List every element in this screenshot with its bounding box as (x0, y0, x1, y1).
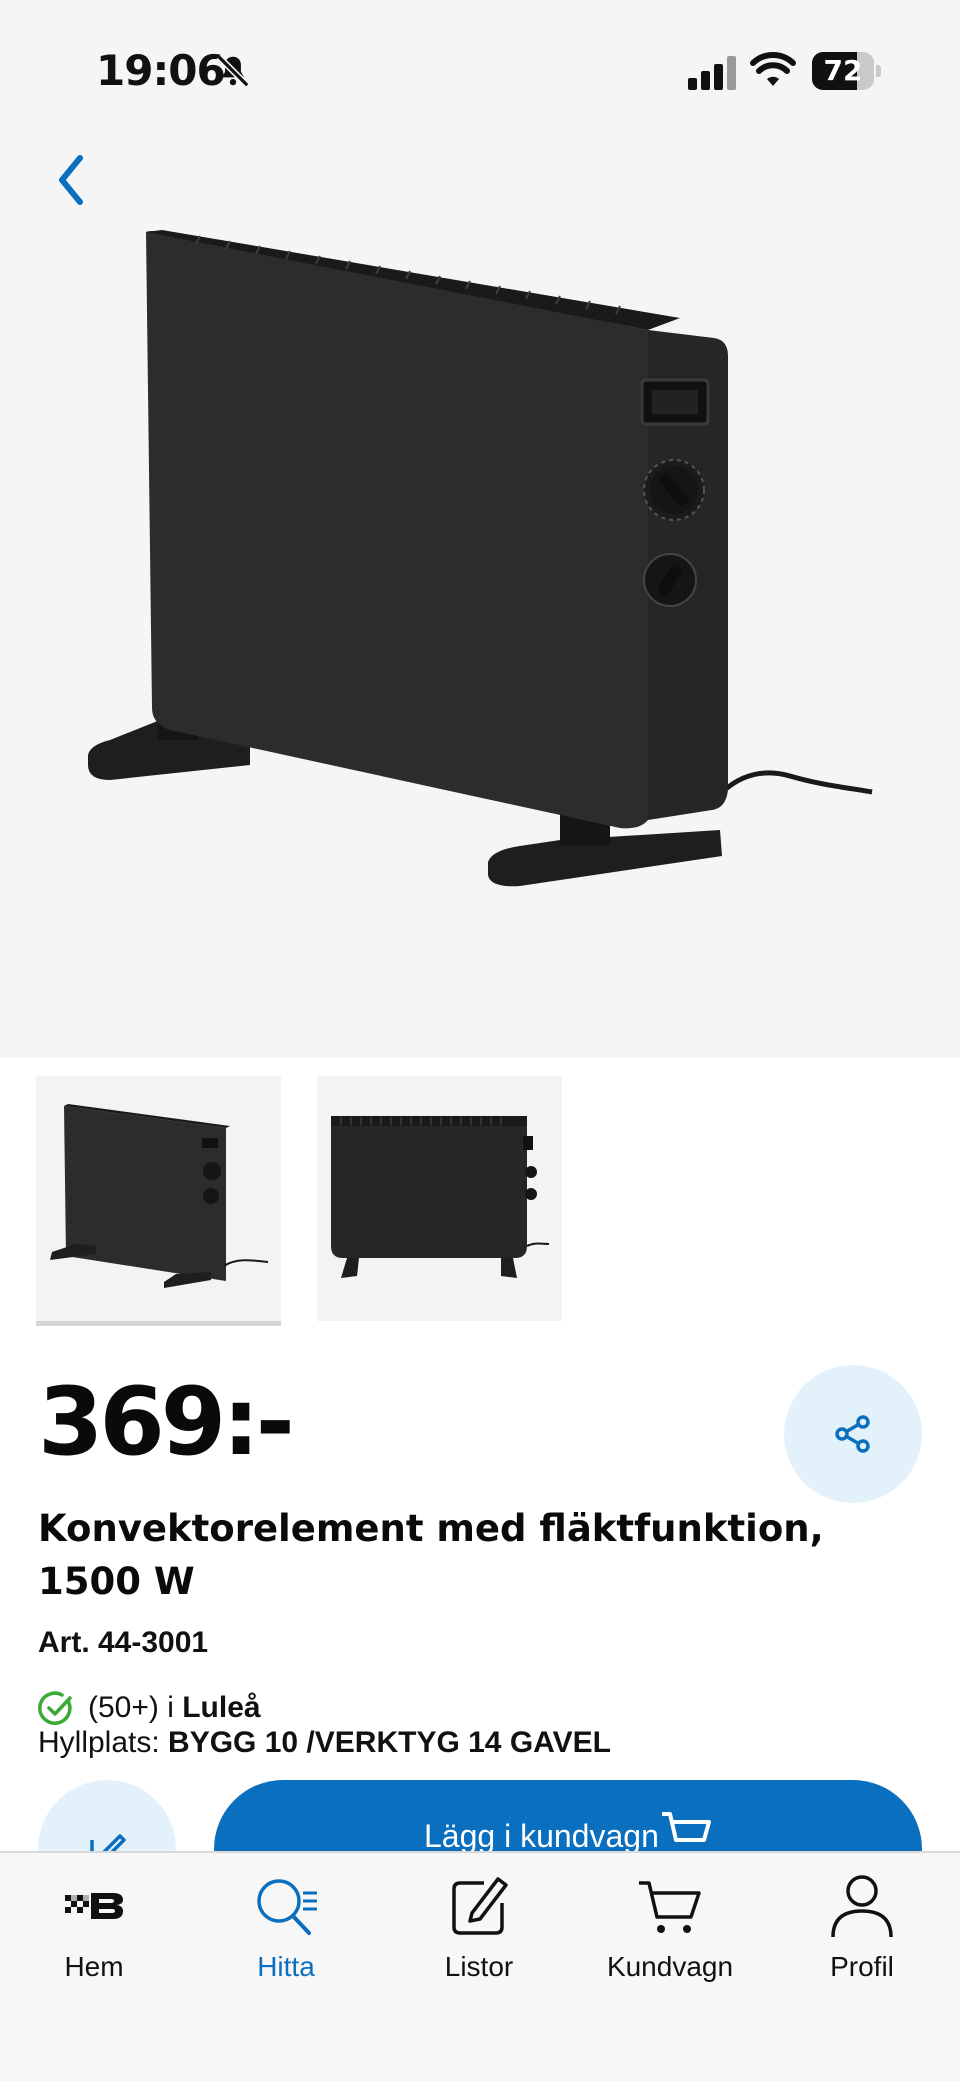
back-button[interactable] (50, 150, 90, 210)
tab-lists[interactable]: Listor (389, 1871, 569, 2011)
status-bar: 19:06 72 (0, 0, 960, 140)
stock-text: (50+) i Luleå (88, 1691, 261, 1725)
shelf-location: Hyllplats: BYGG 10 /VERKTYG 14 GAVEL (38, 1726, 611, 1760)
stock-status[interactable]: (50+) i Luleå (38, 1688, 261, 1728)
add-to-cart-label: Lägg i kundvagn (424, 1818, 659, 1854)
status-time: 19:06 (96, 46, 226, 95)
tab-label: Profil (830, 1951, 894, 1982)
product-price: 369:- (38, 1368, 295, 1477)
share-icon (835, 1415, 870, 1453)
search-list-icon (257, 1879, 317, 1935)
signal-icon (688, 56, 736, 90)
thumbnail-image (50, 1104, 269, 1288)
shelf-label: Hyllplats: (38, 1726, 169, 1759)
tab-label: Kundvagn (606, 1951, 734, 1982)
product-title: Konvektorelement med fläktfunktion, 1500… (38, 1507, 824, 1603)
stock-store: Luleå (182, 1691, 261, 1724)
edit-list-icon (452, 1877, 508, 1935)
tab-cart[interactable]: Kundvagn (580, 1871, 760, 2011)
stock-count: (50+) i (88, 1691, 183, 1724)
cart-icon (662, 1812, 711, 1842)
person-icon (831, 1875, 893, 1938)
thumbnail-2[interactable] (317, 1076, 562, 1321)
article-number: Art. 44-3001 (38, 1626, 209, 1659)
thumbnail-1[interactable] (36, 1076, 281, 1321)
tab-label: Hem (64, 1951, 124, 1982)
tab-label: Hitta (257, 1951, 315, 1982)
check-circle-icon (38, 1691, 72, 1725)
product-image-gallery[interactable] (0, 140, 960, 1058)
tab-find[interactable]: Hitta (196, 1871, 376, 2011)
thumbnail-active-indicator (36, 1321, 281, 1326)
bauhaus-logo-icon (65, 1893, 123, 1919)
shelf-value: BYGG 10 /VERKTYG 14 GAVEL (168, 1726, 611, 1759)
product-image (88, 230, 873, 887)
chevron-left-icon (59, 155, 83, 205)
battery-indicator: 72 (812, 52, 881, 90)
cart-icon (639, 1881, 701, 1933)
battery-percent: 72 (823, 54, 863, 87)
tab-label: Listor (444, 1951, 514, 1982)
tab-profile[interactable]: Profil (772, 1871, 952, 2011)
share-button[interactable] (784, 1365, 922, 1503)
wifi-icon (750, 52, 796, 86)
bottom-tab-bar: Hem Hitta Listor Kundvagn Profil (0, 1851, 960, 2081)
tab-home[interactable]: Hem (4, 1871, 184, 2011)
thumbnail-image (331, 1116, 550, 1278)
bell-off-icon (216, 54, 250, 88)
